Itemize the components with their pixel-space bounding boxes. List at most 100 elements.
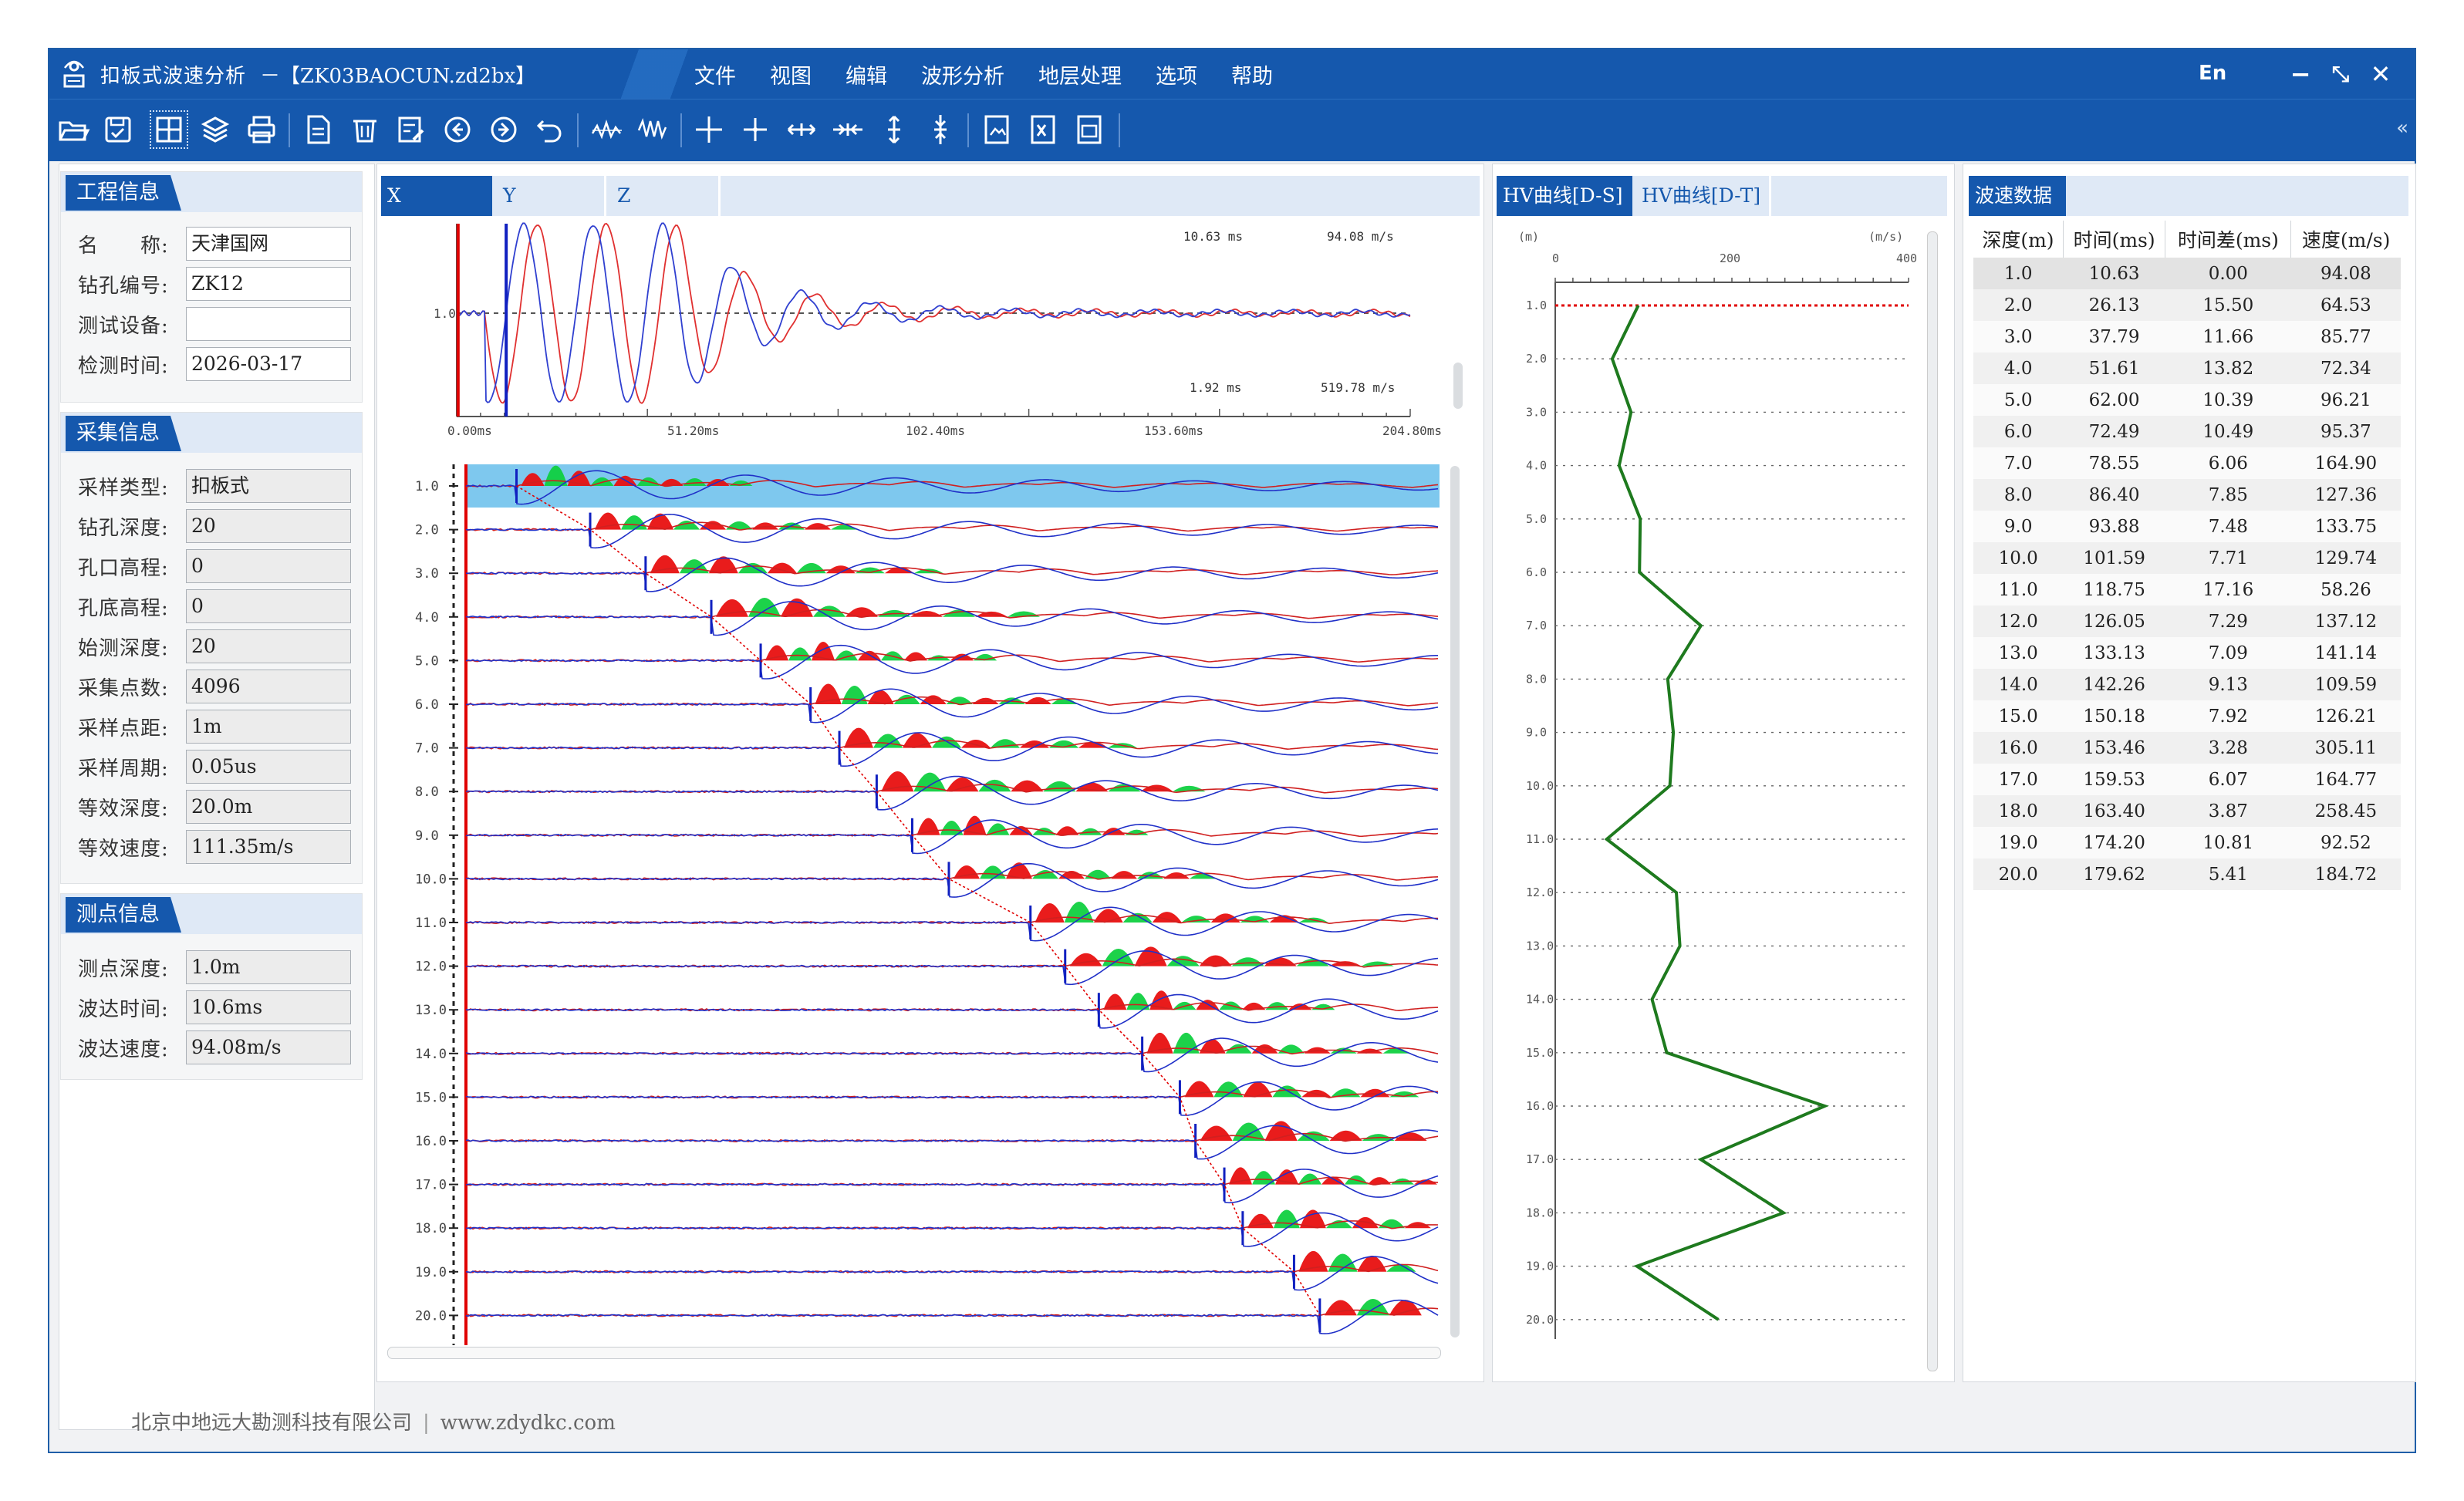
depth-cell: 3.0 [1973,321,2064,352]
company-url[interactable]: www.zdydkc.com [440,1412,616,1435]
language-toggle[interactable]: En [2199,62,2226,85]
velocity-cell: 95.37 [2290,416,2401,447]
table-row[interactable]: 6.0 72.49 10.49 95.37 [1973,416,2401,447]
crosshair-alt-icon[interactable] [738,112,773,147]
delete-icon[interactable] [347,112,383,147]
tab-y[interactable]: Y [497,176,606,216]
point-spacing-field: 1m [186,710,351,744]
table-row[interactable]: 11.0 118.75 17.16 58.26 [1973,574,2401,605]
menu-view[interactable]: 视图 [770,59,812,89]
horizontal-expand-icon[interactable] [784,112,819,147]
trace-lobe [881,771,914,792]
horizontal-compress-icon[interactable] [830,112,866,147]
test-device-input[interactable] [186,307,351,341]
table-row[interactable]: 2.0 26.13 15.50 64.53 [1973,289,2401,321]
depth-cell: 16.0 [1973,732,2064,764]
col-time-diff[interactable]: 时间差(ms) [2165,221,2292,258]
time-diff-cell: 7.71 [2165,542,2291,574]
table-row[interactable]: 9.0 93.88 7.48 133.75 [1973,511,2401,542]
trace-depth-label: 18.0 [415,1221,447,1236]
menu-edit[interactable]: 编辑 [846,59,887,89]
save-icon[interactable] [100,112,136,147]
footer-separator: | [423,1412,430,1435]
menu-options[interactable]: 选项 [1156,59,1197,89]
vertical-expand-icon[interactable] [876,112,912,147]
tab-z[interactable]: Z [611,176,721,216]
tab-hv-ds[interactable]: HV曲线[D-S] [1497,176,1632,216]
waveform-amplify-icon[interactable] [636,112,671,147]
point-depth-field: 1.0m [186,950,351,984]
crosshair-icon[interactable] [691,112,727,147]
time-diff-cell: 6.07 [2165,764,2291,795]
depth-cell: 8.0 [1973,479,2064,511]
equivalent-depth-field: 20.0m [186,790,351,824]
time-diff-cell: 5.41 [2165,858,2291,890]
table-row[interactable]: 13.0 133.13 7.09 141.14 [1973,637,2401,669]
trace-waveform-blue [465,775,1439,811]
table-row[interactable]: 1.0 10.63 0.00 94.08 [1973,258,2401,289]
minimize-button[interactable]: − [2285,59,2316,89]
table-row[interactable]: 4.0 51.61 13.82 72.34 [1973,352,2401,384]
menu-stratum-processing[interactable]: 地层处理 [1038,59,1122,89]
close-button[interactable]: ✕ [2365,59,2396,89]
readout-velocity-2: 519.78 m/s [1321,380,1395,395]
table-row[interactable]: 17.0 159.53 6.07 164.77 [1973,764,2401,795]
table-row[interactable]: 20.0 179.62 5.41 184.72 [1973,858,2401,890]
export-excel-icon[interactable] [1026,112,1062,147]
table-row[interactable]: 16.0 153.46 3.28 305.11 [1973,732,2401,764]
depth-cell: 7.0 [1973,447,2064,479]
borehole-id-input[interactable]: ZK12 [186,267,351,301]
field-label: 采样类型: [78,476,169,500]
export-image-icon[interactable] [980,112,1015,147]
waveform-horizontal-scrollbar[interactable] [387,1347,1441,1359]
table-row[interactable]: 12.0 126.05 7.29 137.12 [1973,605,2401,637]
layers-icon[interactable] [197,112,233,147]
single-trace-view[interactable]: 1.0 0.00ms 51.20ms 102.40ms 153.60ms 204.80ms… [386,222,1473,449]
col-depth[interactable]: 深度(m) [1973,221,2064,258]
depth-label: 2.0 [1526,352,1547,366]
table-row[interactable]: 14.0 142.26 9.13 109.59 [1973,669,2401,700]
project-name-input[interactable]: 天津国网 [186,227,351,261]
table-row[interactable]: 7.0 78.55 6.06 164.90 [1973,447,2401,479]
multi-trace-view[interactable]: 1.0 2.0 3.0 4.0 5.0 6.0 7.0 8.0 9.0 10.0 11.0 12.0 1… [386,460,1446,1347]
edit-document-icon[interactable] [393,112,429,147]
table-row[interactable]: 8.0 86.40 7.85 127.36 [1973,479,2401,511]
depth-cell: 2.0 [1973,289,2064,321]
col-time[interactable]: 时间(ms) [2063,221,2166,258]
depth-label: 5.0 [1526,512,1547,526]
previous-icon[interactable] [440,112,475,147]
table-row[interactable]: 18.0 163.40 3.87 258.45 [1973,795,2401,827]
hv-scrollbar[interactable] [1927,231,1938,1371]
test-date-input[interactable]: 2026-03-17 [186,347,351,381]
export-report-icon[interactable] [1072,112,1108,147]
table-row[interactable]: 10.0 101.59 7.71 129.74 [1973,542,2401,574]
table-row[interactable]: 3.0 37.79 11.66 85.77 [1973,321,2401,352]
restore-button[interactable]: ⤡ [2325,59,2356,89]
trace-lobe [1273,1209,1300,1229]
time-diff-cell: 15.50 [2165,289,2291,321]
layout-grid-icon[interactable] [150,110,188,149]
undo-icon[interactable] [532,112,568,147]
menu-help[interactable]: 帮助 [1231,59,1273,89]
next-icon[interactable] [486,112,521,147]
collapse-toolbar-icon[interactable]: « [2396,116,2408,140]
open-folder-icon[interactable] [56,112,91,147]
table-row[interactable]: 19.0 174.20 10.81 92.52 [1973,827,2401,858]
document-icon[interactable] [301,112,336,147]
print-icon[interactable] [244,112,279,147]
tab-hv-dt[interactable]: HV曲线[D-T] [1635,176,1771,216]
table-row[interactable]: 5.0 62.00 10.39 96.21 [1973,384,2401,416]
readout-velocity: 94.08 m/s [1327,229,1394,244]
tab-x[interactable]: X [381,176,492,216]
acquisition-info-title: 采集信息 [66,416,181,451]
single-trace-scrollbar[interactable] [1453,363,1463,409]
waveform-icon[interactable] [589,112,625,147]
menu-waveform-analysis[interactable]: 波形分析 [921,59,1004,89]
trace-lobe [913,772,947,792]
vertical-compress-icon[interactable] [923,112,958,147]
col-velocity[interactable]: 速度(m/s) [2290,221,2401,258]
field-label: 采样点距: [78,717,169,740]
table-row[interactable]: 15.0 150.18 7.92 126.21 [1973,700,2401,732]
menu-file[interactable]: 文件 [694,59,736,89]
multi-trace-scrollbar[interactable] [1450,466,1460,1337]
